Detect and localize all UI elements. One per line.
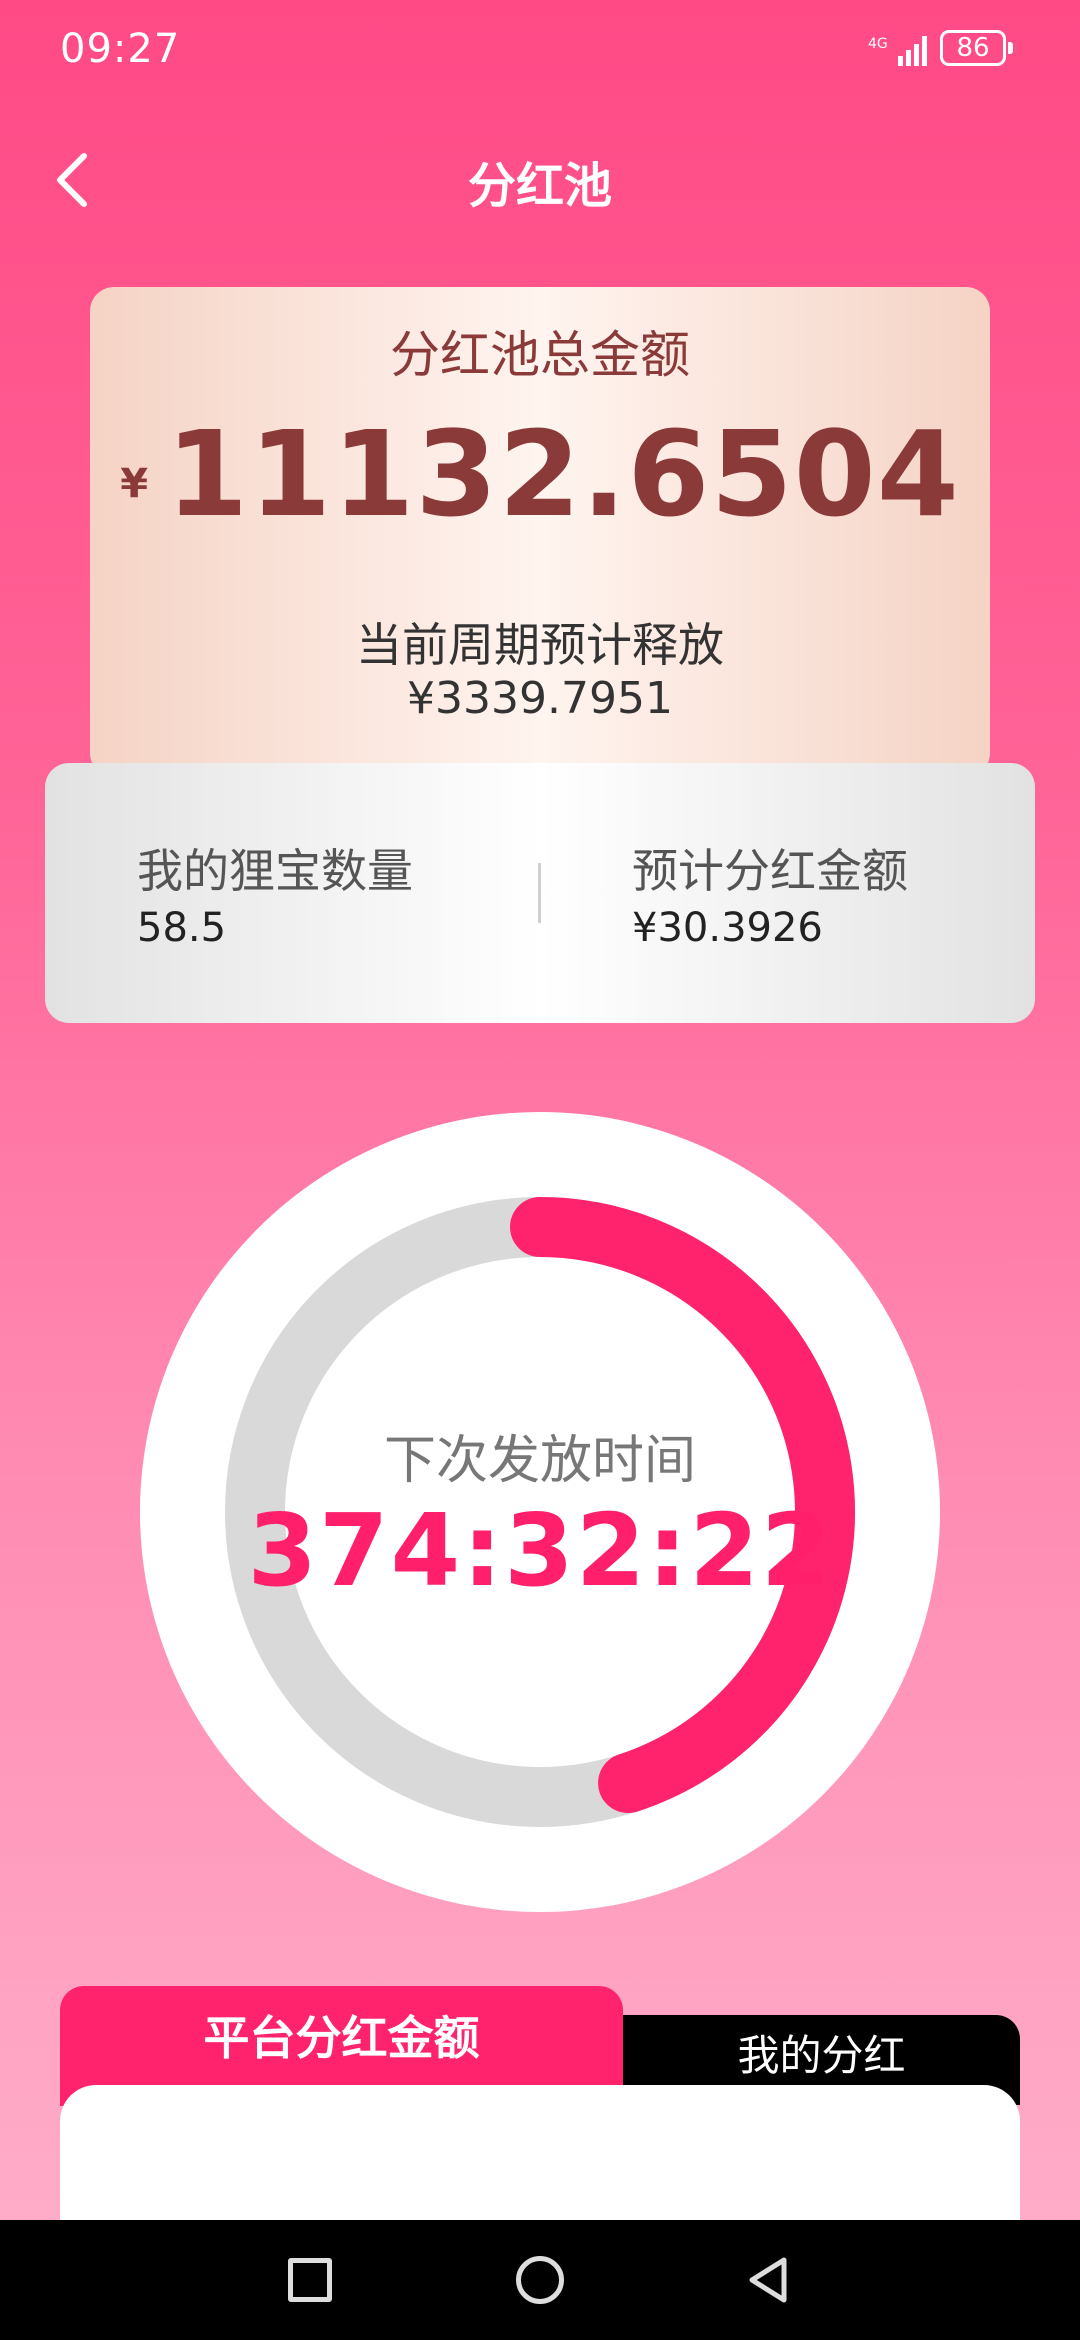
triangle-back-icon[interactable] — [744, 2254, 796, 2306]
my-coins-label: 我的狸宝数量 — [137, 844, 413, 898]
page-title: 分红池 — [467, 158, 612, 214]
currency-symbol: ¥ — [120, 461, 149, 507]
my-coins-value: 58.5 — [137, 905, 227, 951]
signal-icon: 4G — [868, 36, 927, 66]
pool-total-amount: 11132.6504 — [166, 405, 960, 543]
pool-card: 分红池总金额 ¥11132.6504 当前周期预计释放 ¥3339.7951 — [90, 287, 990, 777]
countdown-label: 下次发放时间 — [383, 1431, 696, 1491]
battery-level: 86 — [956, 33, 990, 63]
release-amount: ¥3339.7951 — [407, 673, 673, 724]
battery-icon: 86 — [940, 30, 1014, 70]
network-label: 4G — [868, 36, 888, 52]
status-time: 09:27 — [60, 26, 181, 72]
stats-divider — [538, 863, 541, 923]
circle-home-icon[interactable] — [516, 2256, 564, 2304]
release-label: 当前周期预计释放 — [356, 618, 724, 672]
stats-card: 我的狸宝数量 58.5 预计分红金额 ¥30.3926 — [45, 763, 1035, 1023]
estimated-dividend-label: 预计分红金额 — [632, 844, 908, 898]
square-recents-icon[interactable] — [288, 2258, 332, 2302]
countdown-value: 374:32:22 — [247, 1492, 833, 1609]
estimated-dividend-value: ¥30.3926 — [632, 905, 823, 951]
pool-total-amount-row: ¥11132.6504 — [90, 405, 990, 543]
pool-total-label: 分红池总金额 — [390, 326, 690, 384]
